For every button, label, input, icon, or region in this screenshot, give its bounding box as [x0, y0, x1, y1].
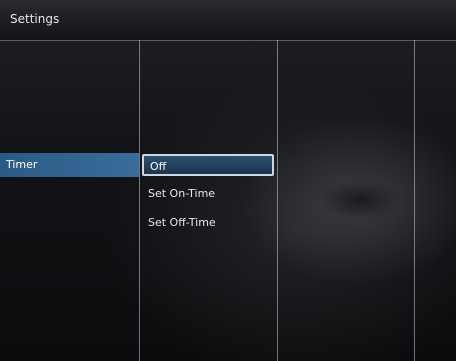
column-divider-2: [277, 40, 278, 361]
option-label: Set On-Time: [148, 187, 216, 200]
page-title: Settings: [10, 12, 60, 26]
option-off[interactable]: Off: [142, 154, 274, 176]
option-set-off-time[interactable]: Set Off-Time: [142, 212, 274, 234]
option-label: Off: [150, 160, 167, 173]
option-set-on-time[interactable]: Set On-Time: [142, 183, 274, 205]
title-bar: Settings: [0, 0, 456, 41]
column-divider-1: [139, 40, 140, 361]
menu-item-label: Timer: [6, 158, 38, 171]
menu-item-timer[interactable]: Timer: [0, 153, 139, 177]
settings-screen: Settings Timer Off Set On-Time Set Off-T…: [0, 0, 456, 361]
column-divider-3: [414, 40, 415, 361]
option-label: Set Off-Time: [148, 216, 216, 229]
background-photo-shadow: [320, 180, 400, 220]
